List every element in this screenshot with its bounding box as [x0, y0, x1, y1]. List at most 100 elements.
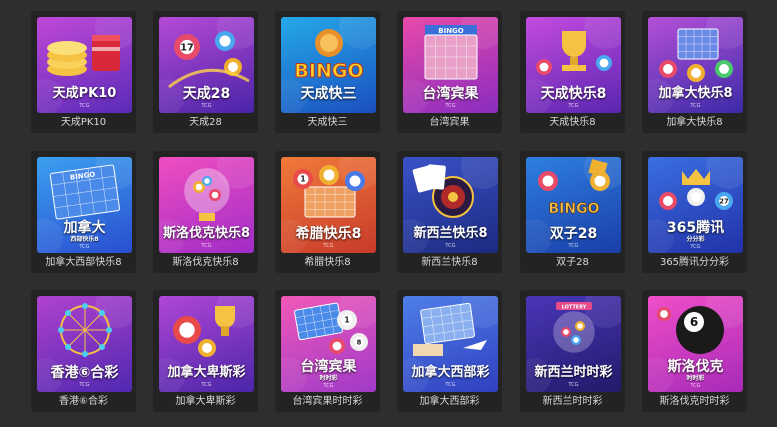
- game-label[interactable]: 斯洛伐克时时彩: [642, 396, 747, 408]
- svg-text:17: 17: [180, 42, 194, 53]
- thumbnail-title: 斯洛伐克: [667, 359, 724, 375]
- thumbnail-subtitle: 分分彩: [686, 236, 705, 243]
- svg-text:1: 1: [300, 175, 305, 184]
- game-label[interactable]: 香港⑥合彩: [31, 396, 136, 408]
- game-label[interactable]: 天成快乐8: [520, 117, 625, 129]
- svg-text:LOTTERY: LOTTERY: [562, 305, 587, 311]
- game-card[interactable]: 香港⑥合彩 TCG 香港⑥合彩: [31, 290, 136, 412]
- tcg-mark: TCG: [690, 383, 701, 389]
- game-thumbnail[interactable]: BINGO 加拿大 西部快乐8 TCG: [37, 157, 132, 253]
- game-card[interactable]: 斯洛伐克快乐8 TCG 斯洛伐克快乐8: [153, 151, 258, 273]
- thumbnail-title: 天成快三: [300, 86, 357, 102]
- svg-text:27: 27: [719, 197, 729, 205]
- thumbnail-title: 台湾宾果: [300, 359, 357, 375]
- game-thumbnail[interactable]: 新西兰快乐8 TCG: [403, 157, 498, 253]
- game-thumbnail[interactable]: 天成快乐8 TCG: [526, 17, 621, 113]
- thumbnail-title: 香港⑥合彩: [50, 365, 119, 381]
- thumbnail-title: 加拿大快乐8: [658, 86, 733, 101]
- game-card[interactable]: 新西兰快乐8 TCG 新西兰快乐8: [397, 151, 502, 273]
- tcg-mark: TCG: [323, 243, 334, 249]
- tcg-mark: TCG: [201, 103, 212, 109]
- game-card[interactable]: BINGO 天成快三 天成快三: [275, 11, 380, 133]
- game-thumbnail[interactable]: 斯洛伐克快乐8 TCG: [159, 157, 254, 253]
- tcg-mark: TCG: [445, 243, 456, 249]
- game-thumbnail[interactable]: 1 希腊快乐8 TCG: [281, 157, 376, 253]
- tcg-mark: TCG: [323, 383, 334, 389]
- game-thumbnail[interactable]: 1 8 台湾宾果 时时彩 TCG: [281, 296, 376, 392]
- tcg-mark: TCG: [690, 103, 701, 109]
- game-card[interactable]: LOTTERY 新西兰时时彩 TCG 新西兰时时彩: [520, 290, 625, 412]
- thumbnail-title: 加拿大卑斯彩: [167, 365, 246, 380]
- tcg-mark: TCG: [690, 244, 701, 250]
- game-label[interactable]: 双子28: [520, 257, 625, 269]
- game-label[interactable]: 天成28: [153, 117, 258, 129]
- game-card[interactable]: 加拿大西部彩 TCG 加拿大西部彩: [397, 290, 502, 412]
- game-label[interactable]: 新西兰时时彩: [520, 396, 625, 408]
- game-thumbnail[interactable]: 加拿大卑斯彩 TCG: [159, 296, 254, 392]
- thumbnail-title: 新西兰快乐8: [413, 226, 488, 241]
- thumbnail-subtitle: 时时彩: [686, 375, 705, 382]
- game-label[interactable]: 希腊快乐8: [275, 257, 380, 269]
- game-card[interactable]: 天成PK10 TCG 天成PK10: [31, 11, 136, 133]
- tcg-mark: TCG: [568, 103, 579, 109]
- thumbnail-title: 双子28: [549, 226, 598, 242]
- svg-text:BINGO: BINGO: [549, 201, 600, 217]
- tcg-mark: TCG: [79, 103, 90, 109]
- thumbnail-title: 新西兰时时彩: [534, 365, 613, 380]
- game-thumbnail[interactable]: 17 天成28 TCG: [159, 17, 254, 113]
- svg-text:1: 1: [344, 316, 349, 325]
- game-label[interactable]: 365腾讯分分彩: [642, 257, 747, 269]
- game-thumbnail[interactable]: BINGO 天成快三: [281, 17, 376, 113]
- svg-text:8: 8: [357, 338, 362, 346]
- game-thumbnail[interactable]: BINGO 双子28 TCG: [526, 157, 621, 253]
- game-thumbnail[interactable]: 6 斯洛伐克 时时彩 TCG: [648, 296, 743, 392]
- game-label[interactable]: 台湾宾果: [397, 117, 502, 129]
- thumbnail-subtitle: 时时彩: [319, 375, 338, 382]
- game-card[interactable]: 加拿大快乐8 TCG 加拿大快乐8: [642, 11, 747, 133]
- game-thumbnail[interactable]: 天成PK10 TCG: [37, 17, 132, 113]
- game-card[interactable]: 27 365腾讯 分分彩 TCG 365腾讯分分彩: [642, 151, 747, 273]
- tcg-mark: TCG: [445, 382, 456, 388]
- game-card[interactable]: BINGO 双子28 TCG 双子28: [520, 151, 625, 273]
- thumbnail-subtitle: 西部快乐8: [70, 236, 99, 243]
- game-card[interactable]: 17 天成28 TCG 天成28: [153, 11, 258, 133]
- game-label[interactable]: 新西兰快乐8: [397, 257, 502, 269]
- game-label[interactable]: 加拿大西部快乐8: [31, 257, 136, 269]
- thumbnail-title: 天成28: [182, 86, 231, 102]
- game-thumbnail[interactable]: 加拿大快乐8 TCG: [648, 17, 743, 113]
- thumbnail-title: 加拿大西部彩: [411, 365, 490, 380]
- svg-text:BINGO: BINGO: [438, 27, 464, 35]
- game-label[interactable]: 台湾宾果时时彩: [275, 396, 380, 408]
- thumbnail-title: 365腾讯: [666, 220, 725, 236]
- thumbnail-title: 台湾宾果: [422, 86, 479, 102]
- game-card[interactable]: BINGO 台湾宾果 TCG 台湾宾果: [397, 11, 502, 133]
- tcg-mark: TCG: [201, 243, 212, 249]
- game-thumbnail[interactable]: LOTTERY 新西兰时时彩 TCG: [526, 296, 621, 392]
- game-thumbnail[interactable]: BINGO 台湾宾果 TCG: [403, 17, 498, 113]
- svg-text:6: 6: [690, 315, 698, 329]
- game-label[interactable]: 加拿大西部彩: [397, 396, 502, 408]
- game-card[interactable]: 加拿大卑斯彩 TCG 加拿大卑斯彩: [153, 290, 258, 412]
- game-label[interactable]: 斯洛伐克快乐8: [153, 257, 258, 269]
- game-thumbnail[interactable]: 加拿大西部彩 TCG: [403, 296, 498, 392]
- thumbnail-title: 斯洛伐克快乐8: [162, 226, 251, 241]
- game-label[interactable]: 天成PK10: [31, 117, 136, 129]
- tcg-mark: TCG: [568, 382, 579, 388]
- game-label[interactable]: 加拿大快乐8: [642, 117, 747, 129]
- thumbnail-title: 加拿大: [63, 220, 106, 236]
- game-thumbnail[interactable]: 香港⑥合彩 TCG: [37, 296, 132, 392]
- game-card[interactable]: 6 斯洛伐克 时时彩 TCG 斯洛伐克时时彩: [642, 290, 747, 412]
- thumbnail-title: 天成快乐8: [540, 86, 607, 102]
- game-label[interactable]: 加拿大卑斯彩: [153, 396, 258, 408]
- game-card[interactable]: 1 希腊快乐8 TCG 希腊快乐8: [275, 151, 380, 273]
- game-card[interactable]: 1 8 台湾宾果 时时彩 TCG 台湾宾果时时彩: [275, 290, 380, 412]
- thumbnail-title: 天成PK10: [52, 86, 117, 101]
- tcg-mark: TCG: [568, 243, 579, 249]
- game-card[interactable]: BINGO 加拿大 西部快乐8 TCG 加拿大西部快乐8: [31, 151, 136, 273]
- game-thumbnail[interactable]: 27 365腾讯 分分彩 TCG: [648, 157, 743, 253]
- game-card[interactable]: 天成快乐8 TCG 天成快乐8: [520, 11, 625, 133]
- tcg-mark: TCG: [79, 244, 90, 250]
- game-label[interactable]: 天成快三: [275, 117, 380, 129]
- tcg-mark: TCG: [201, 382, 212, 388]
- svg-text:BINGO: BINGO: [294, 60, 363, 82]
